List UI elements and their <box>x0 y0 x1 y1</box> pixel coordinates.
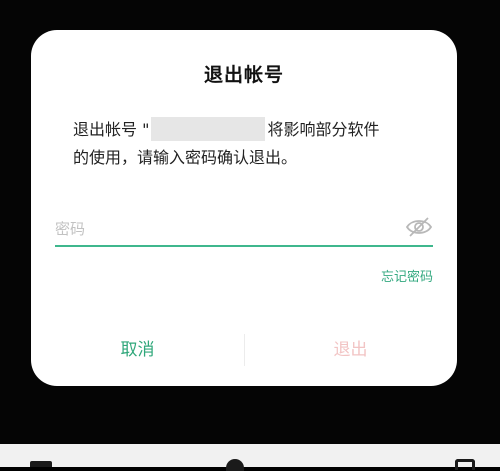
dialog-button-row: 取消 退出 <box>31 314 457 386</box>
message-line-1: 退出帐号 " 将影响部分软件 <box>73 116 433 144</box>
back-icon[interactable] <box>30 461 52 467</box>
password-input[interactable] <box>55 212 375 246</box>
navigation-bar <box>0 444 500 471</box>
masked-account-name <box>151 117 266 141</box>
eye-off-icon[interactable] <box>405 216 433 238</box>
logout-dialog: 退出帐号 退出帐号 " 将影响部分软件 的使用，请输入密码确认退出。 忘记密码 取… <box>31 30 457 386</box>
exit-button[interactable]: 退出 <box>244 314 457 386</box>
cancel-button[interactable]: 取消 <box>31 314 244 386</box>
dialog-message: 退出帐号 " 将影响部分软件 的使用，请输入密码确认退出。 <box>73 116 433 172</box>
dialog-title: 退出帐号 <box>203 64 284 86</box>
forgot-password-link[interactable]: 忘记密码 <box>381 266 433 285</box>
message-prefix: 退出帐号 " <box>73 120 150 139</box>
password-underline <box>55 245 433 247</box>
message-suffix: 将影响部分软件 <box>267 120 380 139</box>
home-icon[interactable] <box>226 459 244 471</box>
message-line-2: 的使用，请输入密码确认退出。 <box>73 148 298 167</box>
password-field <box>55 212 433 246</box>
recent-apps-icon[interactable] <box>455 459 475 470</box>
